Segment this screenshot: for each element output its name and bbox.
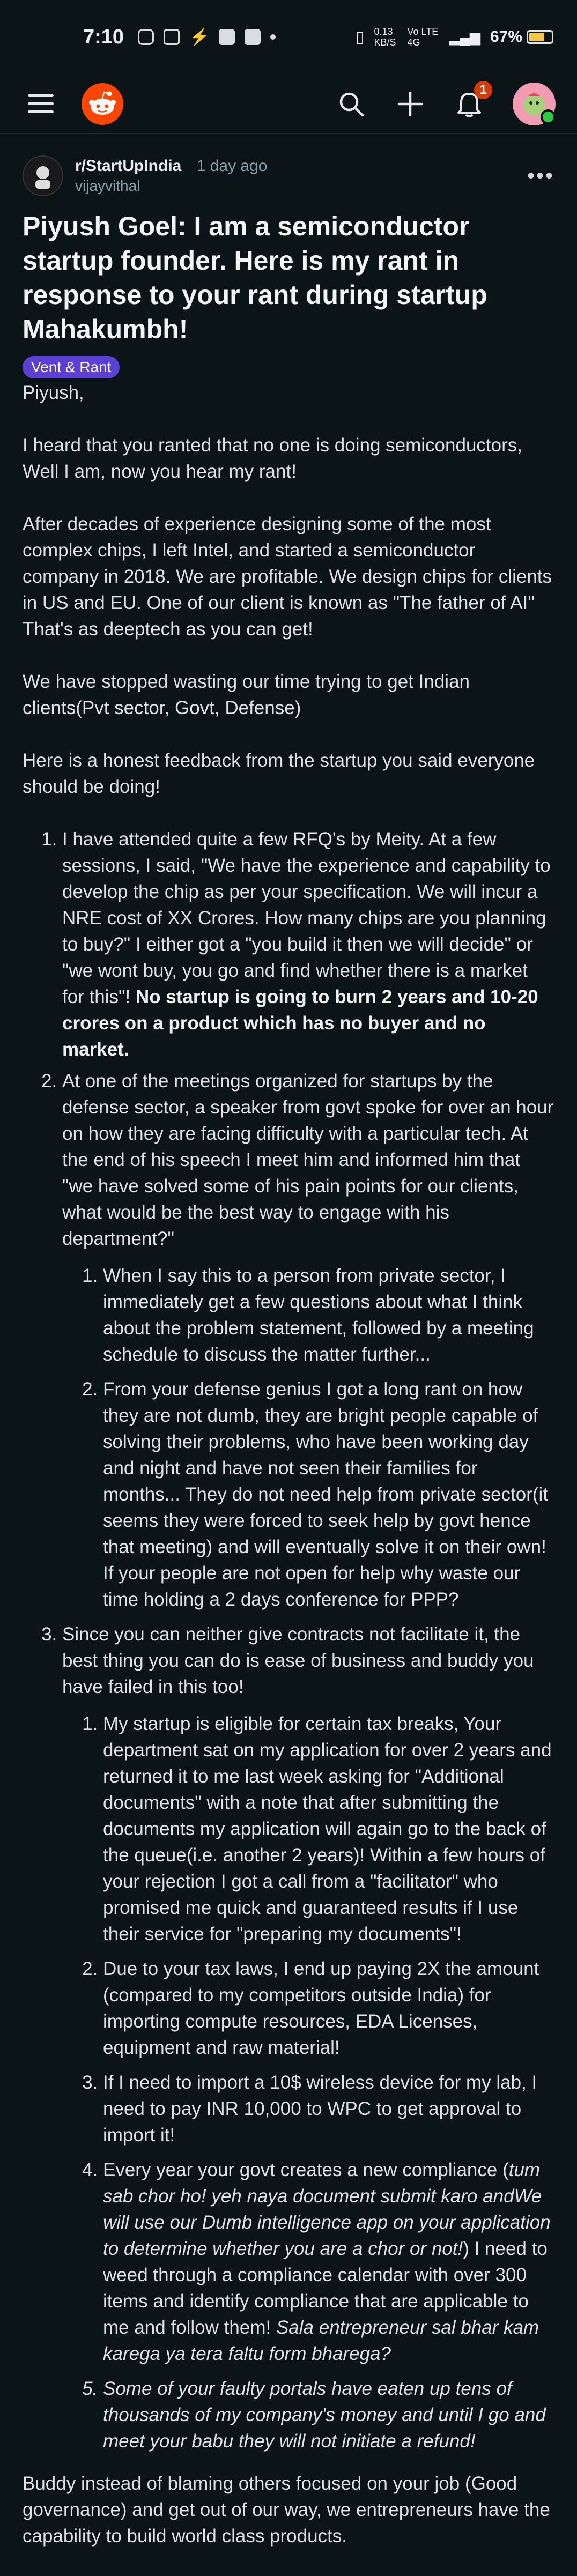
plus-icon[interactable]	[395, 88, 426, 120]
meta-line: r/StartUpIndia 1 day ago	[75, 157, 527, 175]
sub-list-item: Every year your govt creates a new compl…	[103, 2157, 554, 2367]
sub-list-item: If I need to import a 10$ wireless devic…	[103, 2069, 554, 2148]
post-time: 1 day ago	[196, 157, 268, 175]
app-icon	[219, 29, 235, 45]
status-left: 7:10 ⚡	[83, 26, 276, 49]
flash-icon: ⚡	[189, 28, 210, 46]
paragraph: After decades of experience designing so…	[23, 514, 552, 640]
battery-icon	[527, 30, 553, 44]
header-left	[28, 83, 123, 125]
paragraph: We have stopped wasting our time trying …	[23, 671, 470, 718]
sub-list-item: Some of your faulty portals have eaten u…	[103, 2375, 554, 2454]
list-item-text: Since you can neither give contracts not…	[62, 1624, 534, 1697]
list-item-text: I have attended quite a few RFQ's by Mei…	[62, 829, 551, 1007]
greeting: Piyush,	[23, 382, 84, 403]
post-meta: r/StartUpIndia 1 day ago vijayvithal •••	[23, 155, 554, 196]
more-options-icon[interactable]: •••	[527, 164, 554, 188]
instagram-icon	[138, 29, 154, 45]
paragraph: Here is a honest feedback from the start…	[23, 750, 535, 797]
battery-fill	[529, 33, 545, 41]
sub-list-item: From your defense genius I got a long ra…	[103, 1376, 554, 1613]
sub-list-item: When I say this to a person from private…	[103, 1263, 554, 1368]
post-title: Piyush Goel: I am a semiconductor startu…	[23, 211, 487, 344]
network-label: Vo LTE 4G	[407, 26, 439, 48]
paytm-icon	[245, 29, 261, 45]
author-name[interactable]: vijayvithal	[75, 177, 527, 195]
signal-icon: ▂▄▆	[449, 28, 480, 45]
clock: 7:10	[83, 25, 124, 48]
list-item: At one of the meetings organized for sta…	[62, 1068, 554, 1613]
more-notifications-dot	[270, 34, 276, 40]
online-indicator	[541, 109, 556, 124]
sub-list-item: Due to your tax laws, I end up paying 2X…	[103, 1956, 554, 2061]
meta-text: r/StartUpIndia 1 day ago vijayvithal	[75, 157, 527, 195]
bell-icon[interactable]: 1	[454, 80, 492, 120]
search-icon[interactable]	[336, 88, 367, 120]
subreddit-name[interactable]: r/StartUpIndia	[75, 157, 181, 175]
sub-list-item: My startup is eligible for certain tax b…	[103, 1711, 554, 1947]
battery-percent: 67%	[490, 28, 522, 46]
text-part: Every year your govt creates a new compl…	[103, 2159, 509, 2180]
post: r/StartUpIndia 1 day ago vijayvithal •••…	[0, 155, 577, 2549]
net-speed: 0.13 KB/S	[374, 26, 396, 48]
list-item: I have attended quite a few RFQ's by Mei…	[62, 826, 554, 1063]
status-bar: 7:10 ⚡ ▯ 0.13 KB/S Vo LTE 4G ▂▄▆ 67%	[0, 0, 577, 74]
sub-list: When I say this to a person from private…	[62, 1263, 554, 1613]
closing-paragraph: Buddy instead of blaming others focused …	[23, 2473, 550, 2547]
notification-badge: 1	[474, 80, 492, 99]
post-flair[interactable]: Vent & Rant	[23, 356, 120, 378]
battery: 67%	[490, 28, 553, 46]
post-body: Piyush, I heard that you ranted that no …	[23, 380, 554, 2549]
feedback-list: I have attended quite a few RFQ's by Mei…	[23, 826, 554, 2454]
reddit-logo[interactable]	[82, 83, 123, 125]
notification-icons: ⚡	[138, 28, 276, 47]
paragraph: I heard that you ranted that no one is d…	[23, 435, 522, 482]
app-header: 1	[0, 74, 577, 134]
linkedin-icon	[164, 29, 180, 45]
list-item: Since you can neither give contracts not…	[62, 1621, 554, 2454]
avatar[interactable]	[513, 82, 556, 125]
subreddit-icon[interactable]	[23, 155, 63, 196]
list-item-text: At one of the meetings organized for sta…	[62, 1071, 554, 1249]
vibrate-icon: ▯	[356, 28, 365, 46]
sub-list: My startup is eligible for certain tax b…	[62, 1711, 554, 2454]
hamburger-icon[interactable]	[28, 94, 54, 113]
status-right: ▯ 0.13 KB/S Vo LTE 4G ▂▄▆ 67%	[356, 26, 553, 48]
header-right: 1	[336, 80, 556, 125]
